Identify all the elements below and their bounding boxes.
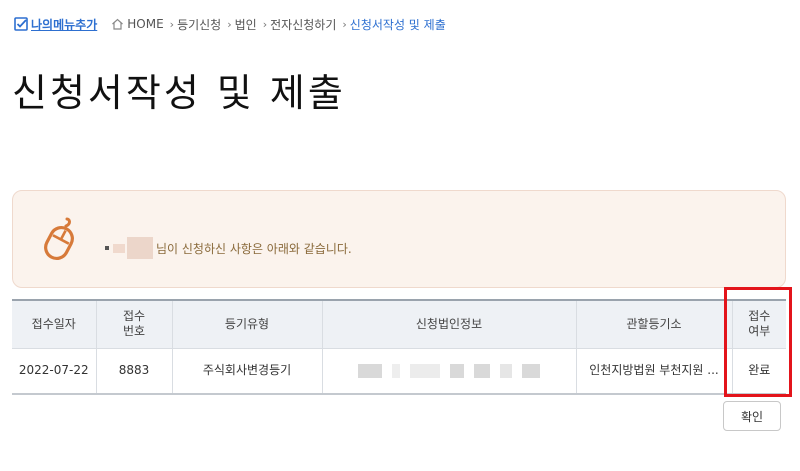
table-header-row: 접수일자 접수 번호 등기유형 신청법인정보 관할등기소 접수 여부 [12,299,786,349]
column-header-registry-office: 관할등기소 [576,299,733,349]
column-header-type: 등기유형 [172,299,323,349]
breadcrumb-item-registration[interactable]: 등기신청 [177,16,221,33]
topbar: 나의메뉴추가 HOME › 등기신청 › 법인 › 전자신청하기 › 신청서작성… [14,14,446,34]
column-header-date: 접수일자 [12,299,97,349]
home-icon [112,18,124,30]
notice-message: 님이 신청하신 사항은 아래와 같습니다. [105,237,352,259]
add-my-menu-label: 나의메뉴추가 [31,17,98,32]
column-header-number: 접수 번호 [96,299,173,349]
breadcrumb-home[interactable]: HOME [127,17,163,31]
masked-name [113,243,125,253]
column-header-company-info: 신청법인정보 [322,299,577,349]
cell-date: 2022-07-22 [12,348,97,395]
checkbox-icon [14,17,28,31]
chevron-right-icon: › [227,17,232,31]
breadcrumb-current: 신청서작성 및 제출 [349,17,446,32]
masked-name [127,237,153,259]
cell-number: 8883 [96,348,173,395]
confirm-button[interactable]: 확인 [723,401,781,431]
applications-table: 접수일자 접수 번호 등기유형 신청법인정보 관할등기소 접수 여부 2022-… [12,299,786,395]
breadcrumb: HOME › 등기신청 › 법인 › 전자신청하기 › 신청서작성 및 제출 [111,16,446,33]
bullet-icon [105,246,109,250]
status-highlight-box [724,287,792,397]
add-my-menu-link[interactable]: 나의메뉴추가 [14,16,97,33]
masked-company-info [323,363,576,378]
chevron-right-icon: › [342,17,347,31]
cell-company-info [322,348,577,395]
breadcrumb-item-corporation[interactable]: 법인 [235,16,257,33]
cell-registry-office: 인천지방법원 부천지원 ... [576,348,733,395]
mouse-icon [44,217,74,261]
chevron-right-icon: › [169,17,175,31]
page-title: 신청서작성 및 제출 [12,71,346,115]
notice-box: 님이 신청하신 사항은 아래와 같습니다. [12,190,786,288]
breadcrumb-item-e-application[interactable]: 전자신청하기 [270,16,336,33]
table-row[interactable]: 2022-07-22 8883 주식회사변경등기 인천지방법원 부천지원 ...… [12,348,786,395]
notice-text: 님이 신청하신 사항은 아래와 같습니다. [156,241,352,256]
chevron-right-icon: › [262,17,268,31]
cell-type: 주식회사변경등기 [172,348,323,395]
